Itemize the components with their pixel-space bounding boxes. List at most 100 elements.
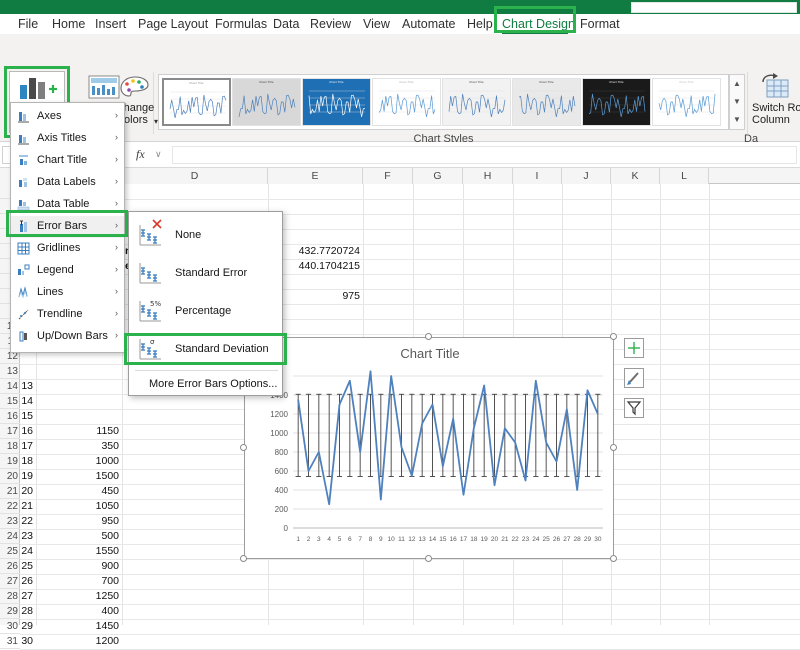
tab-file[interactable]: File [18,16,38,32]
chart-styles-button[interactable] [624,368,644,388]
column-header-I[interactable]: I [513,168,562,184]
row-header-28[interactable]: 28 [0,589,20,604]
cell-A29[interactable]: 28 [20,604,36,619]
cell-B22[interactable]: 1050 [56,499,122,514]
menu-item-legend[interactable]: Legend › [11,260,124,282]
tab-data[interactable]: Data [273,16,299,32]
chart-resize-handle-s[interactable] [425,555,432,562]
cell-B17[interactable]: 1150 [56,424,122,439]
chart-style-thumb-7[interactable]: Chart Title [582,78,651,126]
error-bars-item-standard-error[interactable]: Standard Error [129,254,282,292]
column-header-H[interactable]: H [463,168,513,184]
chart-resize-handle-e[interactable] [610,444,617,451]
chart-resize-handle-se[interactable] [610,555,617,562]
chart-style-thumb-5[interactable]: Chart Title [442,78,511,126]
tab-view[interactable]: View [363,16,390,32]
row-header-16[interactable]: 16 [0,409,20,424]
cell-B21[interactable]: 450 [56,484,122,499]
row-header-21[interactable]: 21 [0,484,20,499]
tab-format[interactable]: Format [580,16,620,32]
chevron-down-icon[interactable]: ∨ [155,149,162,160]
column-header-D[interactable]: D [122,168,268,184]
row-header-31[interactable]: 31 [0,634,20,649]
menu-item-chart-title[interactable]: Chart Title › [11,150,124,172]
column-header-L[interactable]: L [660,168,709,184]
gallery-more-button[interactable]: ▼ [730,111,744,128]
chart-style-thumb-8[interactable]: Chart Title [652,78,721,126]
cell-A17[interactable]: 16 [20,424,36,439]
menu-item-data-labels[interactable]: Data Labels › [11,172,124,194]
cell-A15[interactable]: 14 [20,394,36,409]
chart-resize-handle-sw[interactable] [240,555,247,562]
chart-style-thumb-6[interactable]: Chart Title [512,78,581,126]
cell-B18[interactable]: 350 [56,439,122,454]
row-header-20[interactable]: 20 [0,469,20,484]
chart-styles-gallery[interactable]: Chart Title Chart Title Chart Title Chart T… [158,74,729,130]
cell-A28[interactable]: 27 [20,589,36,604]
search-box[interactable] [631,2,797,13]
cell-B25[interactable]: 1550 [56,544,122,559]
menu-item-axis-titles[interactable]: Axis Titles › [11,128,124,150]
chart-elements-button[interactable] [624,338,644,358]
tab-automate[interactable]: Automate [402,16,456,32]
menu-item-gridlines[interactable]: Gridlines › [11,238,124,260]
chart-style-thumb-2[interactable]: Chart Title [232,78,301,126]
row-header-19[interactable]: 19 [0,454,20,469]
row-header-25[interactable]: 25 [0,544,20,559]
chart-series-line[interactable] [297,370,599,506]
cell-B24[interactable]: 500 [56,529,122,544]
row-header-22[interactable]: 22 [0,499,20,514]
column-header-K[interactable]: K [611,168,660,184]
column-header-G[interactable]: G [413,168,463,184]
cell-B28[interactable]: 1250 [56,589,122,604]
cell-A20[interactable]: 19 [20,469,36,484]
chart-filters-button[interactable] [624,398,644,418]
cell-B20[interactable]: 1500 [56,469,122,484]
cell-A19[interactable]: 18 [20,454,36,469]
gallery-scroll-up[interactable]: ▲ [730,75,744,92]
menu-item-axes[interactable]: Axes › [11,106,124,128]
cell-A31[interactable]: 30 [20,634,36,649]
cell-A25[interactable]: 24 [20,544,36,559]
cell-A30[interactable]: 29 [20,619,36,634]
error-bars-item-percentage[interactable]: 5% Percentage [129,292,282,330]
switch-row-column-button[interactable]: Switch Row Column [752,71,800,133]
cell-B29[interactable]: 400 [56,604,122,619]
column-header-F[interactable]: F [363,168,413,184]
menu-item-trendline[interactable]: Trendline › [11,304,124,326]
menu-item-lines[interactable]: Lines › [11,282,124,304]
cell-A18[interactable]: 17 [20,439,36,454]
error-bars-item-none[interactable]: None [129,216,282,254]
column-header-J[interactable]: J [562,168,611,184]
cell-B27[interactable]: 700 [56,574,122,589]
row-header-15[interactable]: 15 [0,394,20,409]
row-header-29[interactable]: 29 [0,604,20,619]
cell-B31[interactable]: 1200 [56,634,122,649]
chart-resize-handle-ne[interactable] [610,333,617,340]
row-header-30[interactable]: 30 [0,619,20,634]
row-header-17[interactable]: 17 [0,424,20,439]
cell-A26[interactable]: 25 [20,559,36,574]
cell-A21[interactable]: 20 [20,484,36,499]
tab-insert[interactable]: Insert [95,16,126,32]
cell-A23[interactable]: 22 [20,514,36,529]
cell-A27[interactable]: 26 [20,574,36,589]
column-header-E[interactable]: E [268,168,363,184]
row-header-18[interactable]: 18 [0,439,20,454]
cell-B23[interactable]: 950 [56,514,122,529]
cell-A14[interactable]: 13 [20,379,36,394]
row-header-14[interactable]: 14 [0,379,20,394]
menu-item-up-down-bars[interactable]: Up/Down Bars › [11,326,124,348]
row-header-27[interactable]: 27 [0,574,20,589]
chart-resize-handle-w[interactable] [240,444,247,451]
row-header-26[interactable]: 26 [0,559,20,574]
gallery-scrollbar[interactable]: ▲ ▼ ▼ [729,74,745,130]
chart-style-thumb-3[interactable]: Chart Title [302,78,371,126]
tab-review[interactable]: Review [310,16,351,32]
insert-function-icon[interactable]: fx [136,147,145,162]
row-header-24[interactable]: 24 [0,529,20,544]
tab-help[interactable]: Help [467,16,493,32]
cell-A22[interactable]: 21 [20,499,36,514]
tab-formulas[interactable]: Formulas [215,16,267,32]
cell-B19[interactable]: 1000 [56,454,122,469]
